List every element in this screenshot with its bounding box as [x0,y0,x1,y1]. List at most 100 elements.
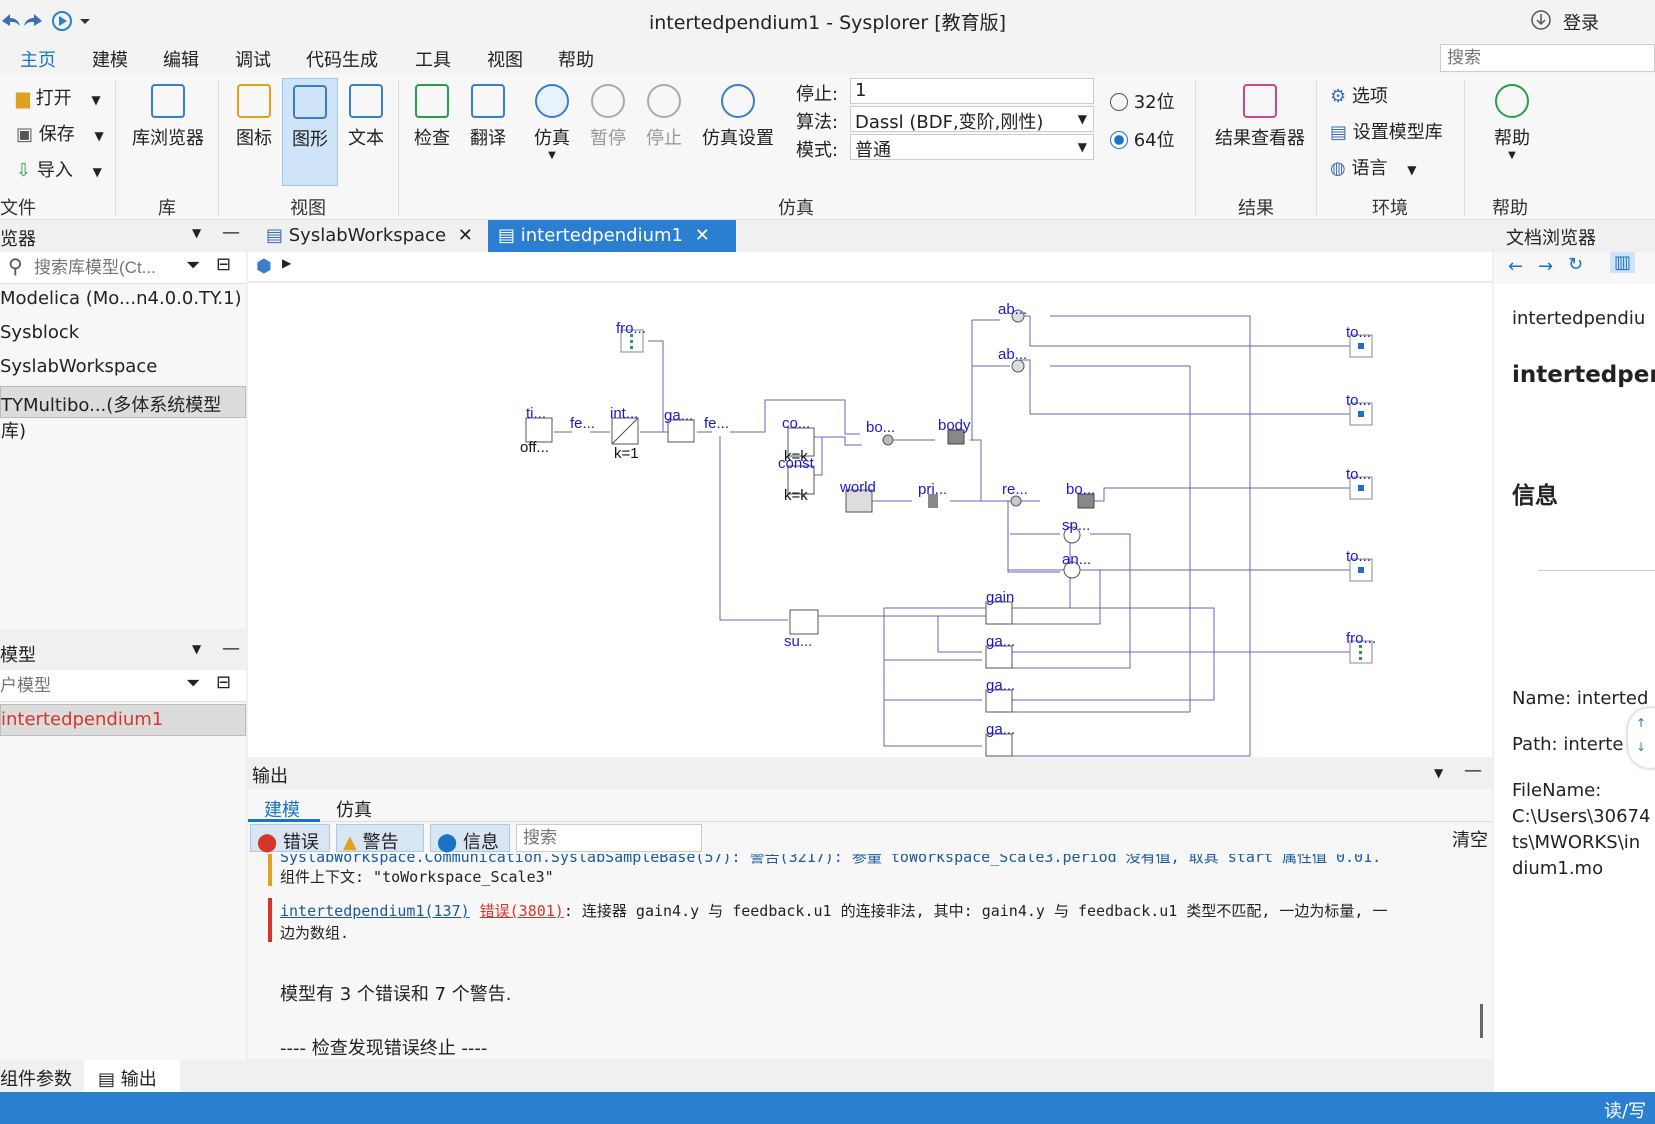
options-button[interactable]: ⚙ 选项 [1330,82,1388,108]
output-tab-modeling[interactable]: 建模 [248,790,320,822]
log-error-link[interactable]: intertedpendium1(137) [280,902,470,920]
help-icon [1495,84,1529,118]
gear-icon [721,84,755,118]
minimize-icon[interactable]: — [222,638,240,659]
library-sysblock[interactable]: Sysblock [0,318,246,350]
output-log: SyslabWorkspace.Communication.SyslabSamp… [248,854,1492,1059]
open-button[interactable]: ▆ 打开 ▼ [16,84,101,110]
translate-button[interactable]: 翻译 [460,84,516,150]
mode-select[interactable]: 普通 ▼ [850,134,1094,161]
login-icon[interactable] [1530,9,1552,31]
check-button[interactable]: 检查 [404,84,460,150]
library-modelica[interactable]: Modelica (Mo...n4.0.0.TY.1) [0,284,246,316]
check-icon [415,84,449,118]
label-fe2: fe... [704,415,729,432]
help-button[interactable]: 帮助 ▼ [1480,84,1544,161]
import-button[interactable]: ⇩ 导入 ▼ [16,156,102,182]
chevron-down-icon: ▼ [92,165,102,179]
radio-64bit[interactable]: 64位 [1110,126,1175,152]
save-icon: ▣ [16,124,34,145]
chevron-right-icon[interactable]: ▶ [282,256,291,270]
output-tabs: 建模 仿真 [248,790,1492,822]
separator [1464,80,1465,216]
library-browser-button[interactable]: 库浏览器 [124,84,212,150]
error-filter-button[interactable]: ⬤ 错误 [250,824,330,853]
close-icon[interactable]: ✕ [695,225,710,246]
collapse-icon[interactable]: ⊟ [216,672,231,693]
output-tab-simulation[interactable]: 仿真 [336,790,372,822]
minimize-icon[interactable]: — [1464,760,1482,781]
info-filter-button[interactable]: ⬤ 信息 [430,824,510,853]
library-search-input[interactable] [34,255,174,281]
cube-icon[interactable]: ⬢ [256,256,272,277]
result-viewer-button[interactable]: 结果查看器 [1205,84,1315,150]
menu-search-input[interactable] [1440,44,1655,72]
radio-32bit[interactable]: 32位 [1110,88,1175,114]
bottom-tab-params[interactable]: 组件参数 [0,1065,72,1091]
simulate-button[interactable]: 仿真 ▼ [524,84,580,161]
label-gain: gain [986,589,1014,606]
output-filter-bar: ⬤ 错误 ▲ 警告 ⬤ 信息 清空 [248,822,1492,854]
group-lib-label: 库 [158,198,176,219]
chevron-down-icon[interactable]: ▼ [192,226,201,240]
set-library-button[interactable]: ▤ 设置模型库 [1330,118,1443,144]
diagram-breadcrumb: ⬢ ▶ [248,252,1492,282]
stop-time-input[interactable]: 1 [850,78,1094,104]
menu-view[interactable]: 视图 [477,46,533,72]
library-tymultibody[interactable]: TYMultibo...(多体系统模型库) [0,386,246,442]
separator [218,80,219,216]
icon-view-button[interactable]: 图标 [226,84,282,150]
forward-icon[interactable]: → [1538,256,1553,277]
model-intertedpendium1[interactable]: intertedpendium1 [0,704,246,736]
refresh-icon[interactable]: ↻ [1568,254,1583,275]
bottom-tab-output[interactable]: ▤ 输出 [84,1060,180,1092]
output-icon: ▤ [98,1069,116,1090]
label-fro1: fro... [616,320,646,337]
diagram-view-button[interactable]: 图形 [282,78,338,186]
filter-icon[interactable]: ⏷ [186,673,200,694]
tab-syslabworkspace[interactable]: ▤ SyslabWorkspace ✕ [256,220,488,252]
output-scrollbar[interactable] [1480,1004,1483,1038]
menu-model[interactable]: 建模 [82,46,138,72]
log-error-code-link[interactable]: 错误(3801) [480,902,564,920]
menu-help[interactable]: 帮助 [548,46,604,72]
arrow-down-icon[interactable]: ↓ [1636,740,1646,754]
stop-button[interactable]: 停止 [636,84,692,150]
chevron-down-icon[interactable]: ▼ [1434,766,1443,780]
save-button[interactable]: ▣ 保存 ▼ [16,120,104,146]
menu-edit[interactable]: 编辑 [153,46,209,72]
globe-icon: ◍ [1330,158,1346,179]
import-icon: ⇩ [16,160,32,181]
filter-icon[interactable]: ⏷ [186,255,200,276]
chevron-down-icon[interactable]: ▼ [192,642,201,656]
menu-codegen[interactable]: 代码生成 [296,46,388,72]
language-button[interactable]: ◍ 语言 ▼ [1330,154,1416,180]
sim-settings-button[interactable]: 仿真设置 [698,84,778,150]
tab-intertedpendium1[interactable]: ▤ intertedpendium1 ✕ [488,220,736,252]
text-icon [349,84,383,118]
back-icon[interactable]: ← [1508,256,1523,277]
doc-path: Path: interte [1512,734,1624,755]
close-icon[interactable]: ✕ [458,225,473,246]
warning-filter-button[interactable]: ▲ 警告 [336,824,424,853]
library-syslabworkspace[interactable]: SyslabWorkspace [0,352,246,384]
login-button[interactable]: 登录 [1563,9,1599,35]
error-icon: ⬤ [257,832,278,853]
diagram-canvas[interactable]: fro... ti... off... fe... int... k=1 ga.… [248,283,1492,757]
scroll-nav-widget[interactable]: ↑ ↓ [1628,708,1655,768]
text-view-button[interactable]: 文本 [338,84,394,150]
output-search-input[interactable] [516,824,702,852]
arrow-up-icon[interactable]: ↑ [1636,716,1646,730]
algorithm-select[interactable]: Dassl (BDF,变阶,刚性) ▼ [850,106,1094,133]
clear-button[interactable]: 清空 [1452,826,1488,852]
doc-filename-2: ts\MWORKS\in [1512,832,1641,853]
menu-tools[interactable]: 工具 [405,46,461,72]
label-bo1: bo... [866,419,895,436]
minimize-icon[interactable]: — [222,222,240,243]
user-model-search-input[interactable] [0,673,174,699]
model-diagram[interactable]: fro... ti... off... fe... int... k=1 ga.… [248,283,1492,757]
collapse-icon[interactable]: ⊟ [216,254,231,275]
book-icon[interactable]: ▥ [1610,252,1636,273]
pause-button[interactable]: 暂停 [580,84,636,150]
menu-debug[interactable]: 调试 [225,46,281,72]
